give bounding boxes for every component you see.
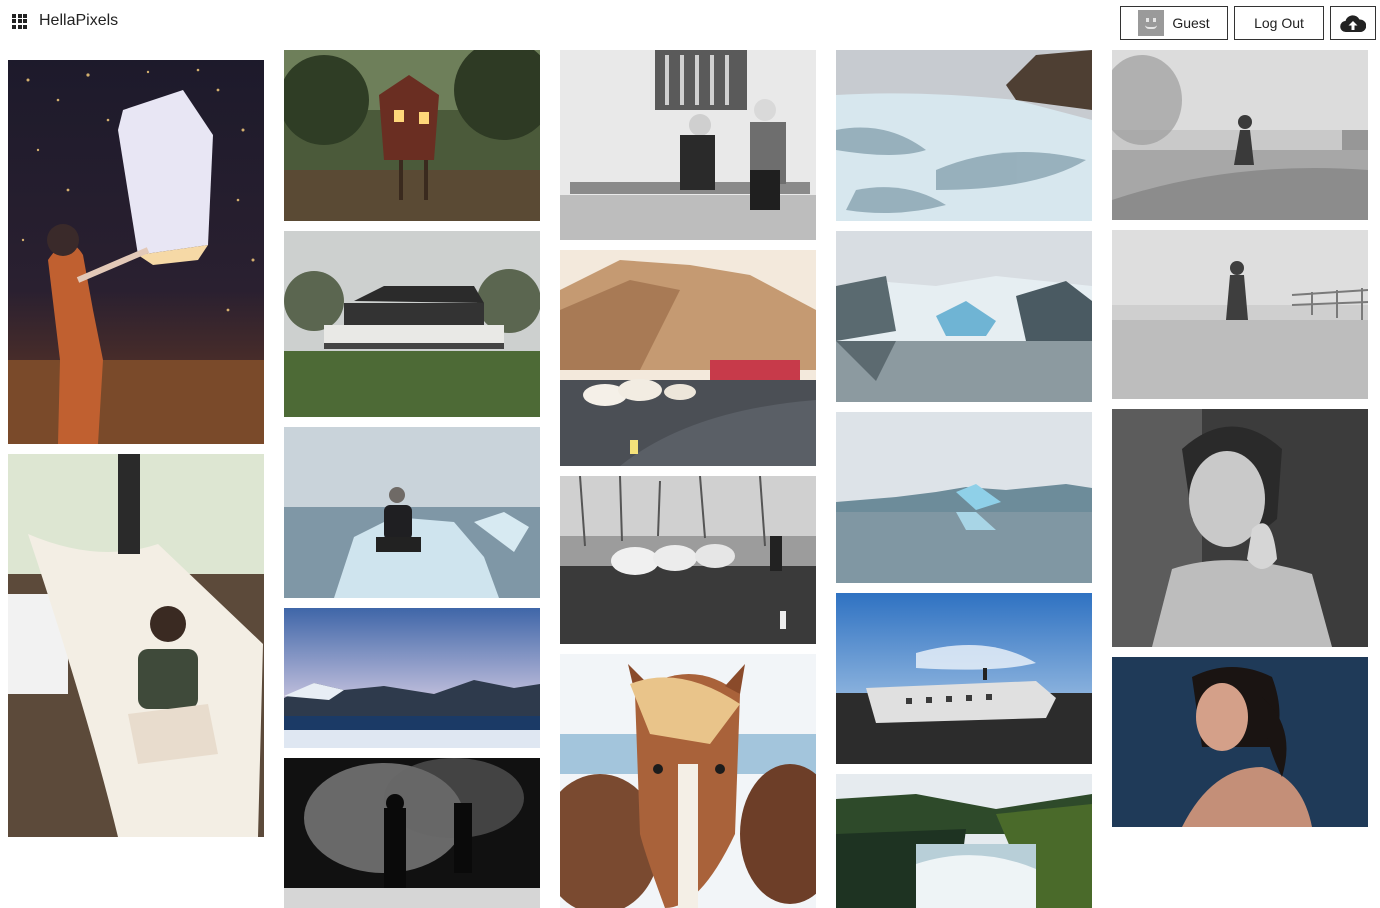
avatar-icon	[1138, 10, 1165, 36]
photo-tile[interactable]	[284, 50, 540, 221]
grid-logo-icon	[12, 13, 27, 29]
photo-tile[interactable]	[1112, 230, 1368, 399]
photo-tile[interactable]	[8, 454, 264, 837]
photo-tile[interactable]	[836, 50, 1092, 221]
photo-tile[interactable]	[284, 608, 540, 748]
cloud-upload-icon	[1340, 15, 1366, 33]
photo-tile[interactable]	[560, 654, 816, 908]
photo-tile[interactable]	[1112, 409, 1368, 647]
photo-tile[interactable]	[836, 412, 1092, 583]
brand[interactable]: HellaPixels	[12, 12, 118, 30]
photo-tile[interactable]	[1112, 657, 1368, 827]
top-bar: HellaPixels Guest Log Out	[0, 0, 1380, 46]
photo-tile[interactable]	[560, 250, 816, 466]
logout-button[interactable]: Log Out	[1234, 6, 1324, 40]
app-name: HellaPixels	[39, 12, 119, 29]
photo-tile[interactable]	[8, 60, 264, 444]
photo-tile[interactable]	[836, 231, 1092, 402]
photo-tile[interactable]	[284, 231, 540, 417]
upload-button[interactable]	[1330, 6, 1376, 40]
guest-label: Guest	[1172, 15, 1210, 31]
photo-tile[interactable]	[1112, 50, 1368, 220]
photo-tile[interactable]	[284, 427, 540, 598]
guest-button[interactable]: Guest	[1120, 6, 1228, 40]
photo-tile[interactable]	[560, 476, 816, 644]
photo-tile[interactable]	[560, 50, 816, 240]
photo-tile[interactable]	[836, 774, 1092, 908]
photo-tile[interactable]	[284, 758, 540, 908]
photo-tile[interactable]	[836, 593, 1092, 764]
